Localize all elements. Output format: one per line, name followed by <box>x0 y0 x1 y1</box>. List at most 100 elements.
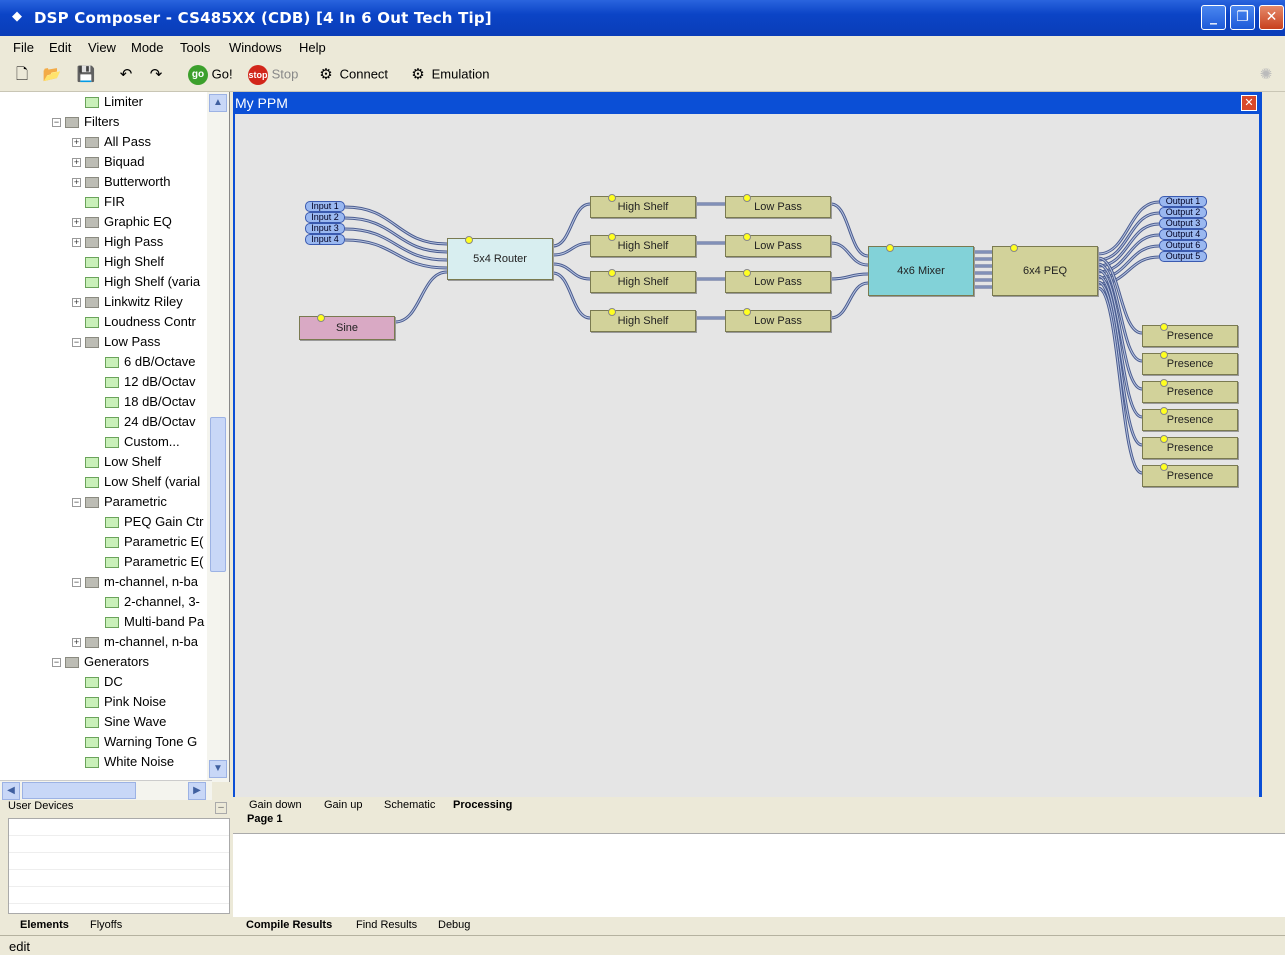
output-port[interactable]: Output 3 <box>1159 218 1207 229</box>
tree-item[interactable]: Loudness Contr <box>72 312 196 332</box>
tree-item[interactable]: + High Pass <box>72 232 163 252</box>
low-pass-block[interactable]: Low Pass <box>725 233 831 257</box>
schematic-canvas[interactable]: Input 1 Input 2 Input 3 Input 4 5x4 Router Si… <box>233 114 1262 797</box>
expand-icon[interactable]: + <box>72 218 81 228</box>
presence-block[interactable]: Presence <box>1142 323 1238 347</box>
tab-flyoffs[interactable]: Flyoffs <box>90 919 122 931</box>
tab-find-results[interactable]: Find Results <box>356 919 417 931</box>
low-pass-block[interactable]: Low Pass <box>725 308 831 332</box>
expand-icon[interactable]: + <box>72 638 81 648</box>
collapse-icon[interactable]: − <box>52 118 61 128</box>
output-port[interactable]: Output 2 <box>1159 207 1207 218</box>
tree-item[interactable]: Custom... <box>92 432 180 452</box>
presence-block[interactable]: Presence <box>1142 435 1238 459</box>
tree-item[interactable]: FIR <box>72 192 125 212</box>
menu-tools[interactable]: Tools <box>180 40 210 55</box>
expand-icon[interactable]: + <box>72 298 81 308</box>
tree-item[interactable]: − m-channel, n-ba <box>72 572 198 592</box>
tree-item[interactable]: Warning Tone G <box>72 732 197 752</box>
peq-block[interactable]: 6x4 PEQ <box>992 244 1098 296</box>
high-shelf-block[interactable]: High Shelf <box>590 308 696 332</box>
menu-help[interactable]: Help <box>299 40 326 55</box>
menu-file[interactable]: File <box>13 40 34 55</box>
collapse-panel-icon[interactable]: – <box>215 802 227 814</box>
scroll-up-icon[interactable]: ▲ <box>209 94 227 112</box>
tree-item[interactable]: High Shelf (varia <box>72 272 200 292</box>
tab-gain-up[interactable]: Gain up <box>324 799 363 811</box>
save-icon[interactable]: 💾 <box>76 65 96 85</box>
tab-schematic[interactable]: Schematic <box>384 799 435 811</box>
tree-item[interactable]: 18 dB/Octav <box>92 392 196 412</box>
tree-item[interactable]: Pink Noise <box>72 692 166 712</box>
input-port[interactable]: Input 2 <box>305 212 345 223</box>
output-port[interactable]: Output 4 <box>1159 229 1207 240</box>
canvas-close-icon[interactable]: ✕ <box>1241 95 1257 111</box>
collapse-icon[interactable]: − <box>72 498 81 508</box>
tree-item[interactable]: 2-channel, 3- <box>92 592 200 612</box>
menu-mode[interactable]: Mode <box>131 40 164 55</box>
tree-item[interactable]: 6 dB/Octave <box>92 352 196 372</box>
minimize-button[interactable]: _ <box>1201 5 1226 30</box>
input-port[interactable]: Input 3 <box>305 223 345 234</box>
low-pass-block[interactable]: Low Pass <box>725 269 831 293</box>
stop-button[interactable]: stop Stop <box>248 65 298 85</box>
user-devices-list[interactable] <box>8 818 230 914</box>
go-button[interactable]: go Go! <box>188 65 233 85</box>
collapse-icon[interactable]: − <box>72 338 81 348</box>
tree-item[interactable]: Multi-band Pa <box>92 612 204 632</box>
high-shelf-block[interactable]: High Shelf <box>590 233 696 257</box>
tab-compile-results[interactable]: Compile Results <box>246 919 332 931</box>
tree-item[interactable]: Limiter <box>72 92 143 112</box>
input-port[interactable]: Input 1 <box>305 201 345 212</box>
tree-item[interactable]: Low Shelf (varial <box>72 472 200 492</box>
tree-item[interactable]: High Shelf <box>72 252 164 272</box>
output-port[interactable]: Output 1 <box>1159 196 1207 207</box>
tab-gain-down[interactable]: Gain down <box>249 799 302 811</box>
scroll-thumb[interactable] <box>210 417 226 572</box>
presence-block[interactable]: Presence <box>1142 407 1238 431</box>
tree-item[interactable]: 12 dB/Octav <box>92 372 196 392</box>
sine-block[interactable]: Sine <box>299 314 395 340</box>
scroll-left-icon[interactable]: ◀ <box>2 782 20 800</box>
collapse-icon[interactable]: − <box>72 578 81 588</box>
tree-item[interactable]: Sine Wave <box>72 712 166 732</box>
mixer-block[interactable]: 4x6 Mixer <box>868 244 974 296</box>
output-panel[interactable] <box>233 833 1285 917</box>
expand-icon[interactable]: + <box>72 158 81 168</box>
tree-item[interactable]: − Low Pass <box>72 332 160 352</box>
tree-item[interactable]: White Noise <box>72 752 174 772</box>
tree-item[interactable]: DC <box>72 672 123 692</box>
expand-icon[interactable]: + <box>72 178 81 188</box>
collapse-icon[interactable]: − <box>52 658 61 668</box>
menu-windows[interactable]: Windows <box>229 40 282 55</box>
connect-button[interactable]: ⚙ Connect <box>316 65 388 85</box>
tree-item[interactable]: + Graphic EQ <box>72 212 172 232</box>
close-button[interactable]: ✕ <box>1259 5 1284 30</box>
router-block[interactable]: 5x4 Router <box>447 236 553 280</box>
low-pass-block[interactable]: Low Pass <box>725 194 831 218</box>
tree-item[interactable]: + Butterworth <box>72 172 170 192</box>
undo-icon[interactable]: ↶ <box>116 65 136 85</box>
expand-icon[interactable]: + <box>72 138 81 148</box>
menu-edit[interactable]: Edit <box>49 40 71 55</box>
tree-item[interactable]: 24 dB/Octav <box>92 412 196 432</box>
emulation-button[interactable]: ⚙ Emulation <box>408 65 489 85</box>
presence-block[interactable]: Presence <box>1142 463 1238 487</box>
scroll-down-icon[interactable]: ▼ <box>209 760 227 778</box>
input-port[interactable]: Input 4 <box>305 234 345 245</box>
tree-horizontal-scrollbar[interactable]: ◀ ▶ <box>0 780 212 800</box>
tree-item[interactable]: + m-channel, n-ba <box>72 632 198 652</box>
maximize-button[interactable]: ❐ <box>1230 5 1255 30</box>
presence-block[interactable]: Presence <box>1142 351 1238 375</box>
tree-item[interactable]: Parametric E( <box>92 532 203 552</box>
tree-item[interactable]: + Linkwitz Riley <box>72 292 183 312</box>
presence-block[interactable]: Presence <box>1142 379 1238 403</box>
tree-item[interactable]: − Generators <box>52 652 149 672</box>
open-folder-icon[interactable]: 📂 <box>42 65 62 85</box>
tree-item[interactable]: Parametric E( <box>92 552 203 572</box>
tree-item[interactable]: − Filters <box>52 112 119 132</box>
tree-item[interactable]: + Biquad <box>72 152 144 172</box>
output-port[interactable]: Output 5 <box>1159 251 1207 262</box>
tree-item[interactable]: Low Shelf <box>72 452 161 472</box>
scroll-right-icon[interactable]: ▶ <box>188 782 206 800</box>
